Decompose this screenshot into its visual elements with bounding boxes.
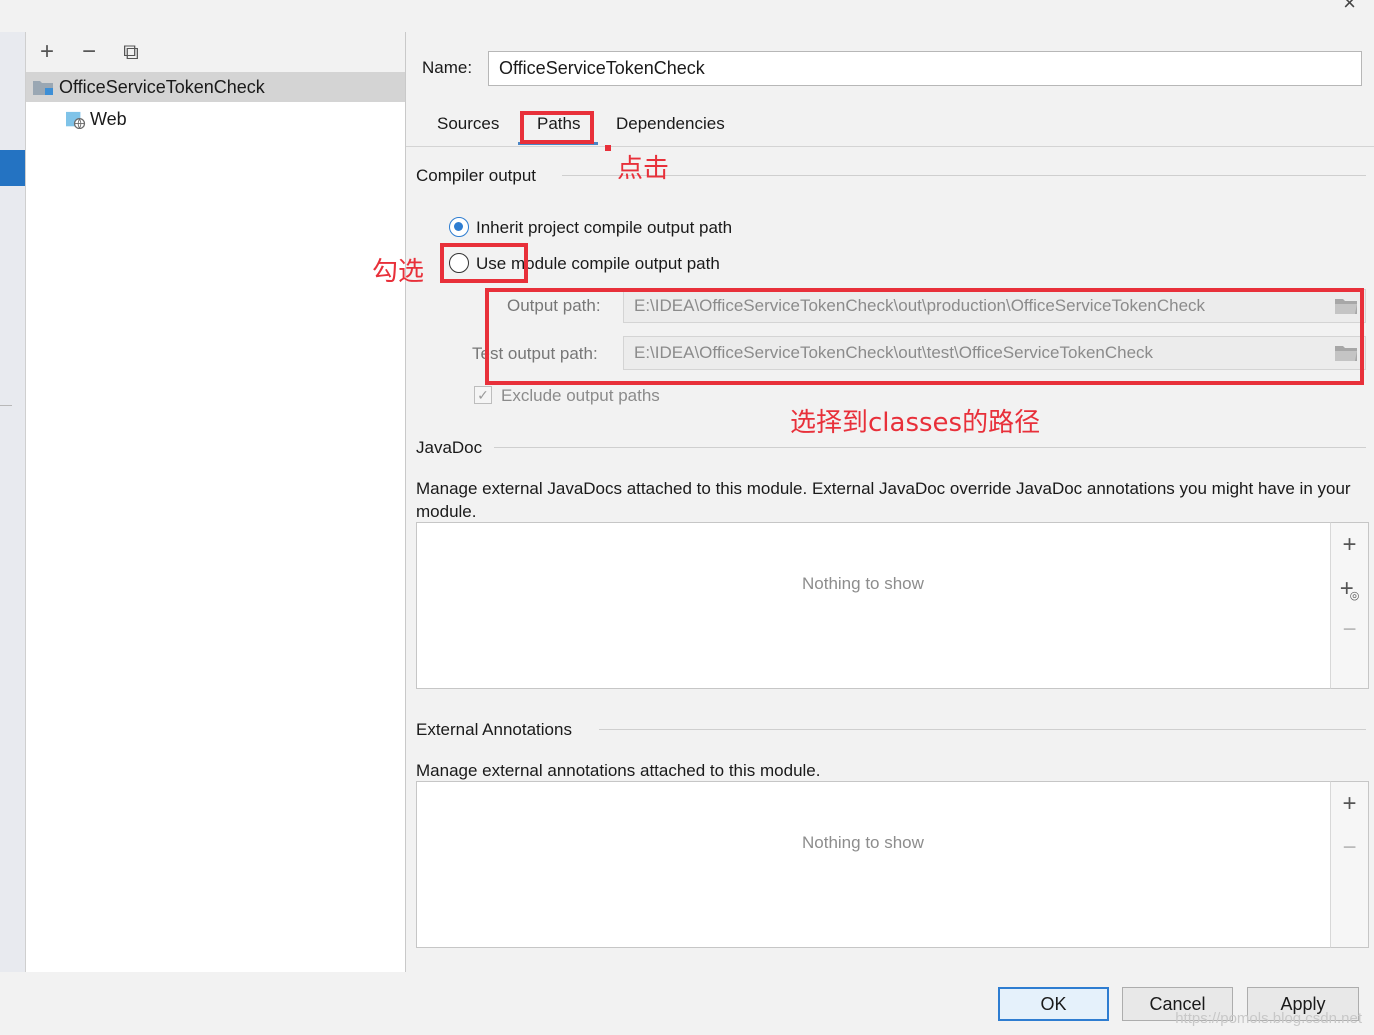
left-nav-active-indicator (0, 150, 25, 186)
remove-annotation-button[interactable]: − (1331, 834, 1368, 862)
tree-item-label: OfficeServiceTokenCheck (59, 77, 265, 97)
module-tree-panel: + − ⧉ OfficeServiceTokenCheck Web (26, 32, 406, 972)
left-nav-divider (0, 405, 12, 406)
tree-item-label: Web (90, 109, 127, 129)
tree-toolbar: + − ⧉ (26, 32, 405, 72)
check-annotation: 勾选 (372, 257, 425, 287)
annotations-description: Manage external annotations attached to … (416, 761, 821, 780)
web-facet-icon (66, 111, 86, 129)
inherit-output-label: Inherit project compile output path (476, 218, 733, 237)
add-module-button[interactable]: + (34, 38, 60, 66)
annotations-divider (599, 729, 1366, 730)
click-annotation: 点击 (617, 154, 670, 184)
annotations-tools: + − (1330, 781, 1369, 948)
inherit-output-radio[interactable] (449, 217, 469, 237)
tree-item-web[interactable]: Web (62, 106, 262, 134)
watermark: https://pomols.blog.csdn.net (1175, 1010, 1362, 1027)
copy-module-button[interactable]: ⧉ (118, 38, 144, 66)
exclude-output-checkbox[interactable]: ✓ (474, 386, 492, 404)
compiler-output-divider (562, 175, 1366, 176)
tab-sources[interactable]: Sources (437, 114, 499, 134)
module-name-input[interactable]: OfficeServiceTokenCheck (488, 51, 1362, 86)
javadoc-title: JavaDoc (416, 438, 483, 457)
add-annotation-button[interactable]: + (1331, 790, 1368, 818)
compiler-output-title: Compiler output (416, 166, 537, 185)
annotations-title: External Annotations (416, 720, 572, 739)
paths-highlight (485, 288, 1364, 385)
close-window-icon[interactable]: × (1343, 0, 1356, 16)
add-javadoc-url-button[interactable]: + ◎ (1331, 575, 1368, 603)
name-label: Name: (422, 58, 473, 77)
javadoc-empty-text: Nothing to show (802, 574, 924, 593)
tabs-separator (406, 146, 1374, 147)
module-folder-icon (33, 81, 53, 95)
ok-button[interactable]: OK (998, 987, 1109, 1021)
annotation-dot (605, 145, 611, 151)
tree-item-officeservicetokencheck[interactable]: OfficeServiceTokenCheck (26, 72, 405, 102)
tab-dependencies[interactable]: Dependencies (616, 114, 725, 134)
exclude-output-label: Exclude output paths (501, 386, 660, 405)
add-javadoc-button[interactable]: + (1331, 531, 1368, 559)
paths-tab-highlight (520, 111, 594, 144)
javadoc-description: Manage external JavaDocs attached to thi… (416, 479, 1351, 521)
annotations-list[interactable]: Nothing to show (416, 781, 1331, 948)
remove-javadoc-button[interactable]: − (1331, 616, 1368, 644)
javadoc-tools: + + ◎ − (1330, 522, 1369, 689)
javadoc-list[interactable]: Nothing to show (416, 522, 1331, 689)
remove-module-button[interactable]: − (76, 38, 102, 66)
annotations-empty-text: Nothing to show (802, 833, 924, 852)
radio-highlight (440, 243, 528, 283)
javadoc-divider (494, 447, 1366, 448)
globe-icon: ◎ (1349, 589, 1360, 602)
path-annotation: 选择到classes的路径 (790, 408, 1041, 438)
